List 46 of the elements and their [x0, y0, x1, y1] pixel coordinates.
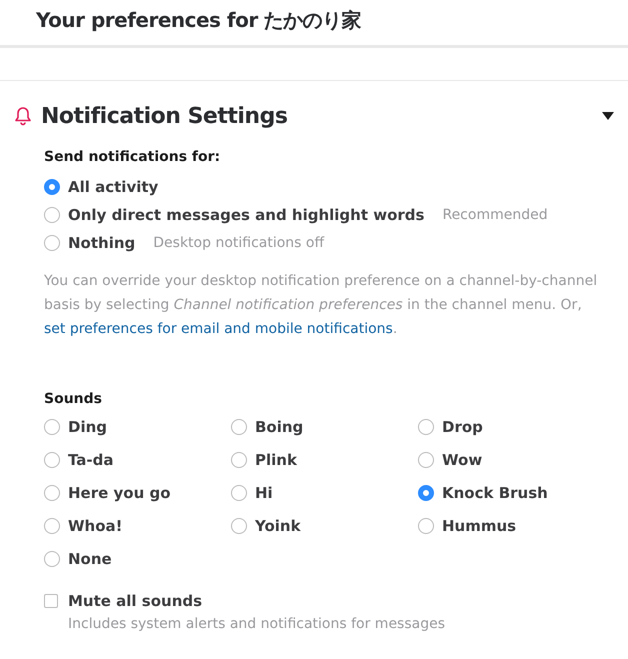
- option-label: All activity: [68, 178, 158, 196]
- section-label: Sounds: [44, 391, 103, 407]
- option-label: Wow: [442, 451, 482, 469]
- page-title: Your preferences for: [36, 7, 258, 34]
- radio-button[interactable]: [44, 518, 60, 534]
- option-label: Whoa!: [68, 517, 122, 535]
- option-label: None: [68, 550, 112, 568]
- radio-button[interactable]: [231, 419, 247, 435]
- radio-button[interactable]: [44, 419, 60, 435]
- option-label: Hi: [255, 484, 273, 502]
- checkbox-label: Mute all sounds: [68, 592, 202, 610]
- option-hint: Recommended: [442, 207, 548, 223]
- option-label: Here you go: [68, 484, 171, 502]
- option-label: Ding: [68, 418, 108, 436]
- checkbox-hint: Includes system alerts and notifications for messages: [68, 616, 446, 632]
- preferences-link[interactable]: set preferences for email and mobile notifications: [44, 321, 393, 337]
- workspace-name: たかのり家: [264, 7, 362, 34]
- option-label: Ta-da: [68, 451, 114, 469]
- radio-button[interactable]: [44, 551, 60, 567]
- option-label: Knock Brush: [442, 484, 548, 502]
- radio-button[interactable]: [231, 452, 247, 468]
- radio-button[interactable]: [418, 485, 434, 501]
- radio-button[interactable]: [44, 452, 60, 468]
- section-title: Notification Settings: [41, 104, 288, 128]
- radio-button[interactable]: [44, 485, 60, 501]
- bell-icon: [14, 106, 32, 126]
- radio-button[interactable]: [418, 518, 434, 534]
- radio-button[interactable]: [418, 419, 434, 435]
- checkbox[interactable]: [44, 594, 58, 608]
- option-label: Drop: [442, 418, 483, 436]
- option-label: Nothing: [68, 234, 136, 252]
- radio-button[interactable]: [231, 485, 247, 501]
- radio-button[interactable]: [44, 235, 60, 251]
- help-text: You can override your desktop notification preference on a channel-by-channel basis by selecting Channel notification preferences in the channel menu. Or, set preferences for email and mobile notifications.: [44, 272, 598, 339]
- section-label: Send notifications for:: [44, 149, 222, 165]
- radio-button[interactable]: [44, 179, 60, 195]
- option-label: Yoink: [255, 517, 301, 535]
- option-label: Hummus: [442, 517, 516, 535]
- option-label: Boing: [255, 418, 304, 436]
- option-label: Plink: [255, 451, 297, 469]
- radio-button[interactable]: [44, 207, 60, 223]
- caret-icon[interactable]: [602, 112, 614, 120]
- radio-button[interactable]: [418, 452, 434, 468]
- radio-button[interactable]: [231, 518, 247, 534]
- option-label: Only direct messages and highlight words: [68, 206, 424, 224]
- option-hint: Desktop notifications off: [153, 235, 324, 251]
